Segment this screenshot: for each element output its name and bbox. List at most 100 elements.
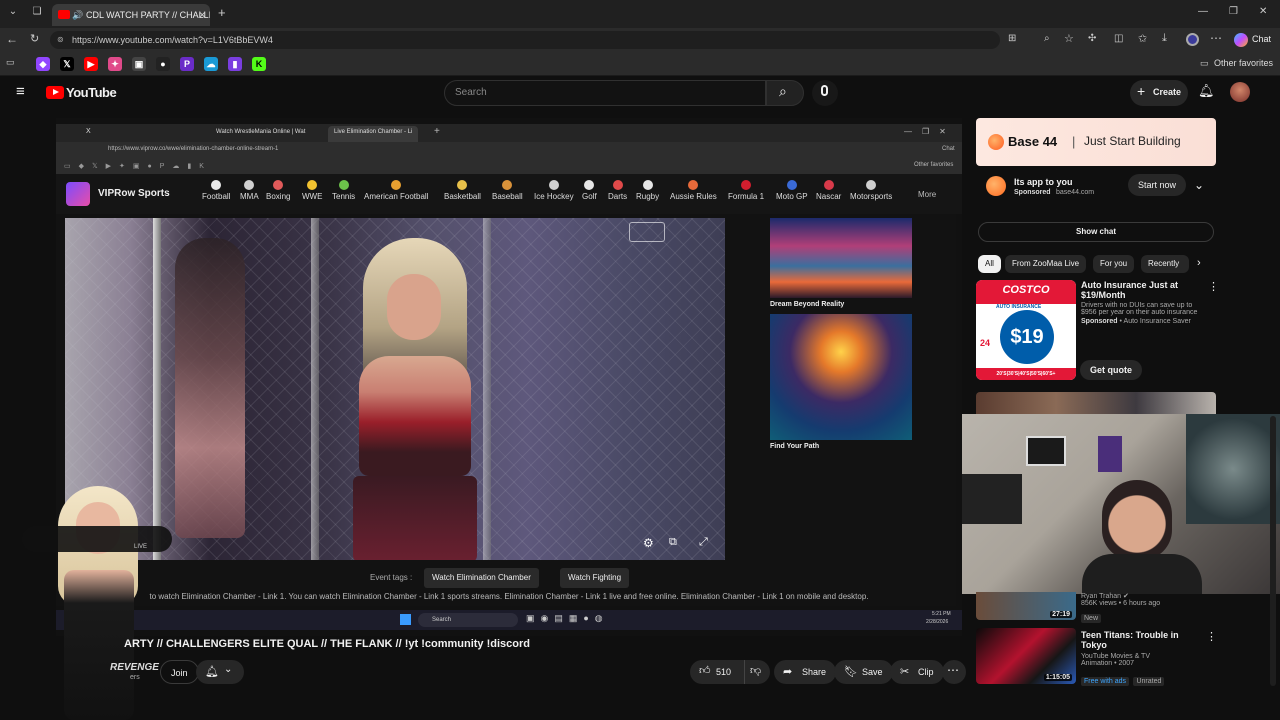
create-button[interactable]: + Create bbox=[1130, 80, 1188, 106]
zoom-icon[interactable]: ⌕ bbox=[1044, 33, 1050, 44]
chip-all[interactable]: All bbox=[978, 255, 1001, 273]
fav-patreon-icon[interactable]: P bbox=[180, 57, 194, 71]
fav-github-icon[interactable]: ● bbox=[156, 57, 170, 71]
translate-icon[interactable]: ⊞ bbox=[1008, 33, 1016, 44]
tab-actions-icon[interactable]: ⌄ bbox=[6, 6, 20, 20]
video-player[interactable]: X Watch WrestleMania Online | Wat Live E… bbox=[56, 118, 962, 636]
address-field[interactable]: ⊚ https://www.youtube.com/watch?v=L1V6tB… bbox=[50, 31, 1000, 49]
notifications-icon[interactable]: 🔔︎ bbox=[1198, 83, 1215, 99]
fav-x-icon[interactable]: 𝕏 bbox=[60, 57, 74, 71]
like-button[interactable]: 👍︎ 510 bbox=[696, 660, 740, 684]
get-quote-button[interactable]: Get quote bbox=[1080, 360, 1142, 380]
player-pip-icon[interactable]: ⧉ bbox=[669, 536, 677, 549]
profile-icon[interactable] bbox=[1186, 33, 1199, 46]
rec-teen-titans-thumb[interactable]: 1:15:05 bbox=[976, 628, 1076, 684]
chip-from-zoomaa-live[interactable]: From ZooMaa Live bbox=[1005, 255, 1087, 273]
partial-thumbnail[interactable] bbox=[976, 392, 1216, 416]
rec-menu-icon[interactable]: ⋮ bbox=[1206, 630, 1217, 643]
nav-item-american-football[interactable]: American Football bbox=[364, 180, 428, 201]
restore-icon[interactable]: ❐ bbox=[1229, 6, 1238, 17]
extensions-icon[interactable]: ✣ bbox=[1088, 33, 1096, 44]
youtube-logo-icon[interactable] bbox=[46, 86, 64, 99]
tag-watch-elimination-chamber[interactable]: Watch Elimination Chamber bbox=[424, 568, 539, 588]
chat-label[interactable]: Chat bbox=[1252, 34, 1271, 44]
tag-watch-fighting[interactable]: Watch Fighting bbox=[560, 568, 630, 588]
sidebar-toggle-icon[interactable]: ▭ bbox=[6, 57, 15, 68]
minimize-icon[interactable]: — bbox=[1198, 6, 1208, 17]
menu-icon[interactable]: ≡ bbox=[16, 83, 25, 100]
fav-twitch-icon[interactable]: ◆ bbox=[36, 57, 50, 71]
new-tab-icon[interactable]: + bbox=[218, 5, 226, 20]
nav-item-motorsports[interactable]: Motorsports bbox=[850, 180, 892, 201]
chips-next-icon[interactable]: › bbox=[1197, 257, 1201, 269]
costco-ad-thumbnail[interactable]: COSTCO AUTO INSURANCE $19 24 20'S|30'S|4… bbox=[976, 280, 1076, 380]
nav-item-darts[interactable]: Darts bbox=[608, 180, 627, 201]
player-fullscreen-icon[interactable]: ⤢ bbox=[699, 536, 708, 549]
costco-ad-info[interactable]: Auto Insurance Just at $19/Month Drivers… bbox=[1081, 280, 1207, 325]
workspaces-icon[interactable]: ❏ bbox=[30, 6, 44, 20]
settings-more-icon[interactable]: ⋯ bbox=[1210, 31, 1222, 45]
favorites-icon[interactable]: ✩ bbox=[1138, 32, 1147, 45]
close-tab-icon[interactable]: ✕ bbox=[198, 4, 206, 26]
nav-item-wwe[interactable]: WWE bbox=[302, 180, 322, 201]
nav-item-golf[interactable]: Golf bbox=[582, 180, 597, 201]
thumb-find-your-path[interactable]: Find Your Path bbox=[770, 314, 912, 450]
copilot-icon[interactable] bbox=[1234, 33, 1248, 47]
avatar[interactable] bbox=[1230, 82, 1250, 102]
nav-item-ice-hockey[interactable]: Ice Hockey bbox=[534, 180, 574, 201]
fav-kick-icon[interactable]: K bbox=[252, 57, 266, 71]
other-favorites[interactable]: Other favorites bbox=[1214, 58, 1273, 68]
search-input[interactable]: Search bbox=[444, 80, 766, 106]
start-now-button[interactable]: Start now bbox=[1128, 174, 1187, 196]
share-button[interactable]: ➦ Share bbox=[774, 660, 837, 684]
fav-twitch2-icon[interactable]: ▮ bbox=[228, 57, 242, 71]
fav-youtube-icon[interactable]: ▶ bbox=[84, 57, 98, 71]
fav-cloud-icon[interactable]: ☁ bbox=[204, 57, 218, 71]
site-info-icon[interactable]: ⊚ bbox=[57, 31, 64, 49]
nav-item-basketball[interactable]: Basketball bbox=[444, 180, 481, 201]
base44-ad-banner[interactable]: Base 44 | Just Start Building bbox=[976, 118, 1216, 166]
nav-item-aussie-rules[interactable]: Aussie Rules bbox=[670, 180, 717, 201]
nav-item-baseball[interactable]: Baseball bbox=[492, 180, 523, 201]
voice-search-button[interactable] bbox=[812, 80, 838, 106]
join-button[interactable]: Join bbox=[160, 660, 199, 684]
more-actions-button[interactable]: ⋯ bbox=[942, 660, 966, 684]
favorite-star-icon[interactable]: ☆ bbox=[1064, 32, 1074, 45]
dislike-button[interactable]: 👎︎ bbox=[744, 660, 766, 684]
nav-item-rugby[interactable]: Rugby bbox=[636, 180, 659, 201]
fav-site-icon[interactable]: ▣ bbox=[132, 57, 146, 71]
split-screen-icon[interactable]: ◫ bbox=[1114, 33, 1123, 44]
nav-item-boxing[interactable]: Boxing bbox=[266, 180, 290, 201]
show-chat-button[interactable]: Show chat bbox=[978, 222, 1214, 242]
reload-icon[interactable]: ↻ bbox=[30, 32, 39, 45]
close-window-icon[interactable]: ✕ bbox=[1259, 6, 1267, 17]
chip-for-you[interactable]: For you bbox=[1093, 255, 1135, 273]
nav-item-formula-1[interactable]: Formula 1 bbox=[728, 180, 764, 201]
fav-app-icon[interactable]: ✦ bbox=[108, 57, 122, 71]
search-button[interactable]: ⌕ bbox=[766, 80, 804, 106]
nav-item-nascar[interactable]: Nascar bbox=[816, 180, 841, 201]
subscribe-bell-button[interactable]: 🔔︎ ⌄ bbox=[196, 660, 244, 684]
page-scrollbar[interactable] bbox=[1270, 416, 1276, 686]
ad-menu-icon[interactable]: ⋮ bbox=[1208, 280, 1219, 293]
rec-ryan-trahan-info[interactable]: Ryan Trahan ✔ 856K views • 6 hours ago N… bbox=[1081, 592, 1160, 625]
active-tab[interactable]: 🔊 CDL WATCH PARTY // CHALLE ✕ bbox=[52, 4, 210, 26]
ad-expand-chevron-icon[interactable]: ⌄ bbox=[1194, 178, 1204, 192]
nav-item-mma[interactable]: MMA bbox=[240, 180, 259, 201]
ad-title[interactable]: Its app to you bbox=[1014, 177, 1073, 187]
chip-recently[interactable]: Recently bbox=[1141, 255, 1189, 273]
nav-item-tennis[interactable]: Tennis bbox=[332, 180, 355, 201]
thumb-dream-beyond-reality[interactable]: Dream Beyond Reality bbox=[770, 218, 912, 308]
audio-playing-icon[interactable]: 🔊 bbox=[72, 4, 83, 26]
player-settings-icon[interactable]: ⚙ bbox=[643, 536, 654, 550]
save-button[interactable]: 🔖︎ Save bbox=[834, 660, 893, 684]
nav-item-football[interactable]: Football bbox=[202, 180, 230, 201]
downloads-icon[interactable]: ⤓ bbox=[1162, 32, 1167, 45]
embedded-favicons-icon: ▭◆𝕏▶✦▣●P☁▮K bbox=[64, 163, 212, 170]
youtube-logo-text[interactable]: YouTube bbox=[66, 85, 117, 100]
nav-item-moto-gp[interactable]: Moto GP bbox=[776, 180, 808, 201]
back-icon[interactable]: ← bbox=[6, 32, 18, 46]
rec-ryan-trahan-thumb[interactable]: 27:19 bbox=[976, 592, 1076, 620]
rec-teen-titans-info[interactable]: Teen Titans: Trouble in Tokyo YouTube Mo… bbox=[1081, 630, 1205, 688]
clip-button[interactable]: ✂ Clip bbox=[890, 660, 944, 684]
